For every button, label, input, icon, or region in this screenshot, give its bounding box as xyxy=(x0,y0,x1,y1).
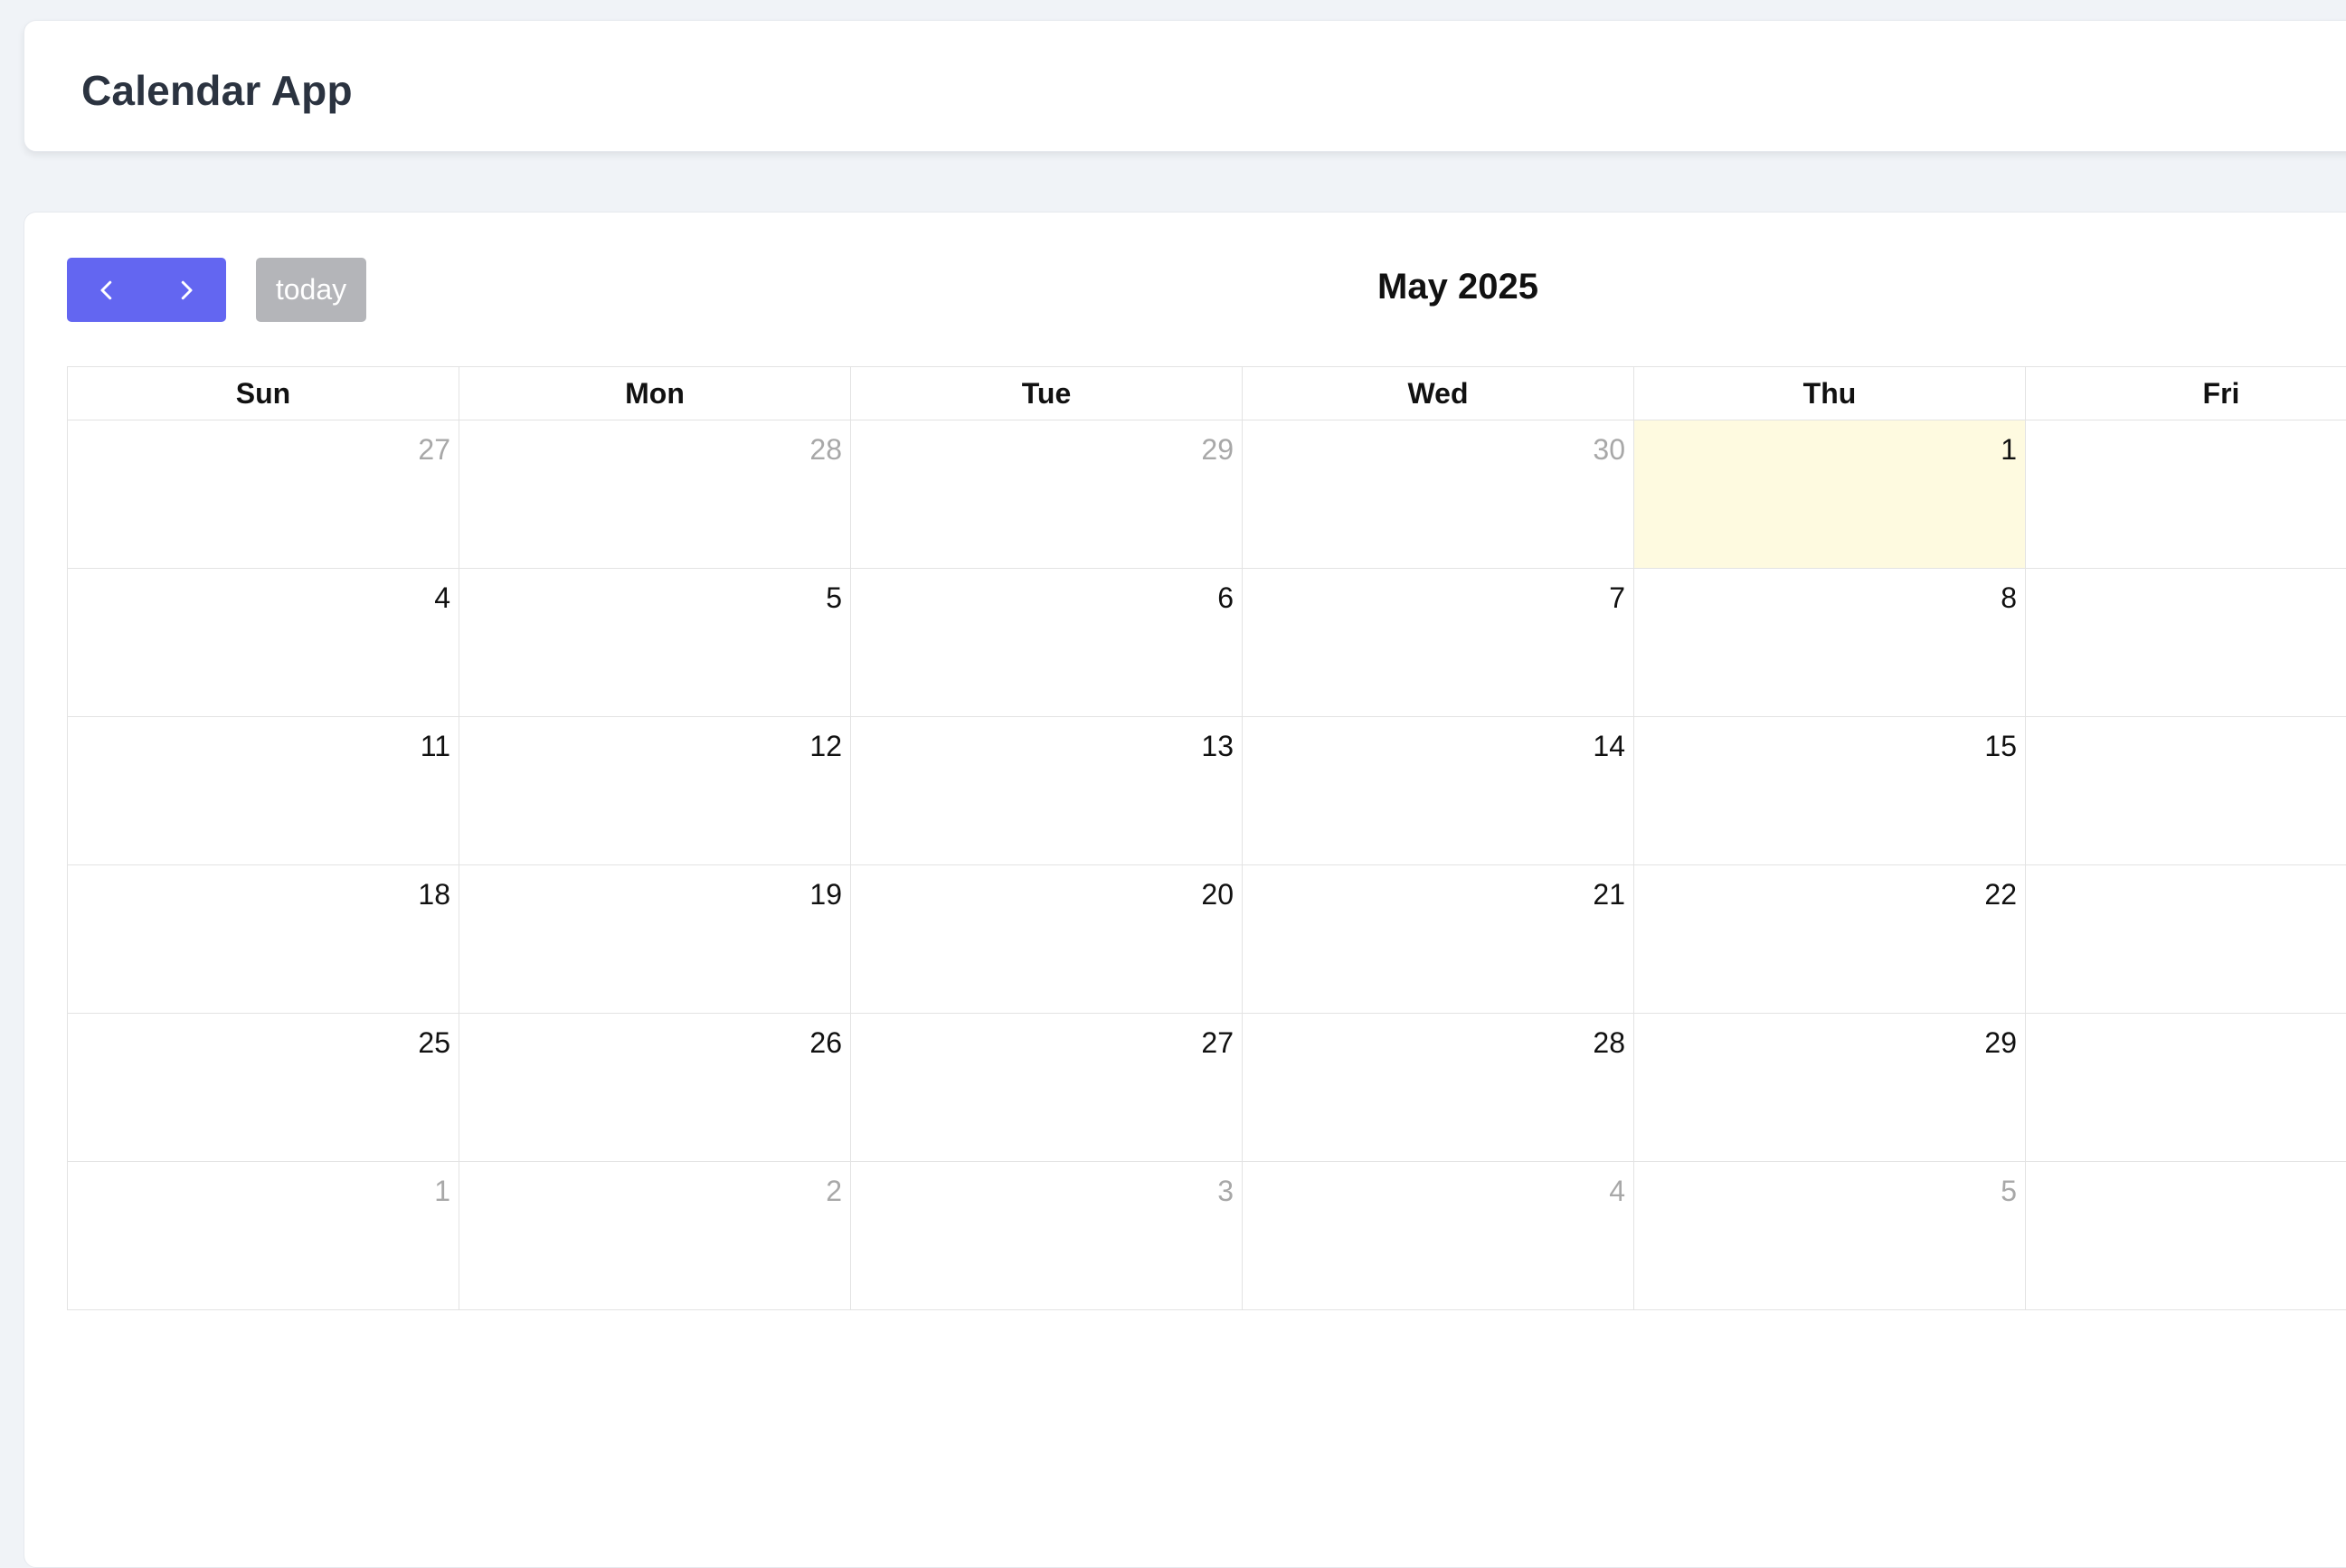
day-cell-today[interactable]: 1 xyxy=(1634,420,2026,569)
day-number[interactable]: 28 xyxy=(1593,1026,1625,1060)
day-cell[interactable]: 3 xyxy=(851,1162,1243,1310)
week-row: 25 26 27 28 29 xyxy=(68,1014,2346,1162)
day-number[interactable]: 19 xyxy=(809,878,842,912)
day-number[interactable]: 11 xyxy=(421,730,450,763)
today-button[interactable]: today xyxy=(256,258,366,322)
nav-button-group xyxy=(67,258,226,322)
day-cell[interactable]: 26 xyxy=(459,1014,851,1162)
day-cell[interactable]: 29 xyxy=(1634,1014,2026,1162)
day-cell[interactable] xyxy=(2026,569,2346,717)
day-cell[interactable] xyxy=(2026,865,2346,1014)
day-number[interactable]: 8 xyxy=(2001,581,2017,615)
prev-month-button[interactable] xyxy=(67,258,147,322)
day-number[interactable]: 13 xyxy=(1201,730,1234,763)
day-cell[interactable]: 4 xyxy=(68,569,459,717)
day-number[interactable]: 27 xyxy=(418,433,450,467)
day-number[interactable]: 29 xyxy=(1201,433,1234,467)
week-row: 18 19 20 21 22 xyxy=(68,865,2346,1014)
day-cell[interactable]: 6 xyxy=(851,569,1243,717)
day-of-week-header: Sun Mon Tue Wed Thu Fri xyxy=(68,367,2346,420)
day-cell[interactable] xyxy=(2026,1162,2346,1310)
day-number[interactable]: 5 xyxy=(2001,1175,2017,1208)
week-row: 11 12 13 14 15 xyxy=(68,717,2346,865)
day-number[interactable]: 12 xyxy=(809,730,842,763)
day-cell[interactable] xyxy=(2026,717,2346,865)
day-cell[interactable]: 22 xyxy=(1634,865,2026,1014)
day-cell[interactable]: 1 xyxy=(68,1162,459,1310)
day-number[interactable]: 3 xyxy=(1217,1175,1234,1208)
dow-header-tue: Tue xyxy=(851,367,1243,420)
day-cell[interactable] xyxy=(2026,1014,2346,1162)
week-row: 27 28 29 30 1 xyxy=(68,420,2346,569)
day-number[interactable]: 4 xyxy=(434,581,450,615)
day-cell[interactable]: 13 xyxy=(851,717,1243,865)
day-number[interactable]: 30 xyxy=(1593,433,1625,467)
day-number[interactable]: 4 xyxy=(1609,1175,1625,1208)
day-cell[interactable]: 29 xyxy=(851,420,1243,569)
day-number[interactable]: 1 xyxy=(2001,433,2017,467)
day-number[interactable]: 18 xyxy=(418,878,450,912)
day-number[interactable]: 20 xyxy=(1201,878,1234,912)
next-month-button[interactable] xyxy=(147,258,226,322)
day-number[interactable]: 5 xyxy=(826,581,842,615)
day-number[interactable]: 6 xyxy=(1217,581,1234,615)
week-row: 4 5 6 7 8 xyxy=(68,569,2346,717)
day-number[interactable]: 7 xyxy=(1609,581,1625,615)
calendar-panel: today May 2025 Sun Mon Tue Wed Thu Fri 2… xyxy=(24,212,2346,1568)
month-title: May 2025 xyxy=(1377,267,1538,307)
day-cell[interactable]: 14 xyxy=(1243,717,1634,865)
day-cell[interactable]: 4 xyxy=(1243,1162,1634,1310)
day-cell[interactable]: 11 xyxy=(68,717,459,865)
day-cell[interactable]: 15 xyxy=(1634,717,2026,865)
dow-header-mon: Mon xyxy=(459,367,851,420)
day-number[interactable]: 29 xyxy=(1984,1026,2017,1060)
day-number[interactable]: 14 xyxy=(1593,730,1625,763)
day-cell[interactable]: 20 xyxy=(851,865,1243,1014)
day-cell[interactable] xyxy=(2026,420,2346,569)
day-number[interactable]: 2 xyxy=(826,1175,842,1208)
day-cell[interactable]: 18 xyxy=(68,865,459,1014)
dow-header-thu: Thu xyxy=(1634,367,2026,420)
day-number[interactable]: 22 xyxy=(1984,878,2017,912)
day-cell[interactable]: 8 xyxy=(1634,569,2026,717)
day-number[interactable]: 27 xyxy=(1201,1026,1234,1060)
day-cell[interactable]: 28 xyxy=(1243,1014,1634,1162)
day-cell[interactable]: 19 xyxy=(459,865,851,1014)
day-number[interactable]: 1 xyxy=(434,1175,450,1208)
weeks-container: 27 28 29 30 1 4 5 6 7 8 11 12 13 14 15 18 19 20 21 22 25 26 27… xyxy=(68,420,2346,1310)
day-cell[interactable]: 25 xyxy=(68,1014,459,1162)
day-cell[interactable]: 27 xyxy=(851,1014,1243,1162)
chevron-left-icon xyxy=(100,280,112,299)
day-cell[interactable]: 12 xyxy=(459,717,851,865)
day-cell[interactable]: 7 xyxy=(1243,569,1634,717)
day-number[interactable]: 26 xyxy=(809,1026,842,1060)
day-number[interactable]: 25 xyxy=(418,1026,450,1060)
day-number[interactable]: 21 xyxy=(1593,878,1625,912)
dow-header-sun: Sun xyxy=(68,367,459,420)
day-number[interactable]: 15 xyxy=(1984,730,2017,763)
day-cell[interactable]: 27 xyxy=(68,420,459,569)
chevron-right-icon xyxy=(181,280,193,299)
day-cell[interactable]: 28 xyxy=(459,420,851,569)
day-cell[interactable]: 5 xyxy=(1634,1162,2026,1310)
app-title: Calendar App xyxy=(81,67,353,114)
month-grid: Sun Mon Tue Wed Thu Fri 27 28 29 30 1 4 5 6 7 8 11… xyxy=(67,366,2346,1310)
dow-header-fri: Fri xyxy=(2026,367,2346,420)
dow-header-wed: Wed xyxy=(1243,367,1634,420)
week-row: 1 2 3 4 5 xyxy=(68,1162,2346,1310)
day-cell[interactable]: 5 xyxy=(459,569,851,717)
day-cell[interactable]: 21 xyxy=(1243,865,1634,1014)
day-cell[interactable]: 2 xyxy=(459,1162,851,1310)
day-number[interactable]: 28 xyxy=(809,433,842,467)
day-cell[interactable]: 30 xyxy=(1243,420,1634,569)
app-header: Calendar App xyxy=(24,20,2346,152)
